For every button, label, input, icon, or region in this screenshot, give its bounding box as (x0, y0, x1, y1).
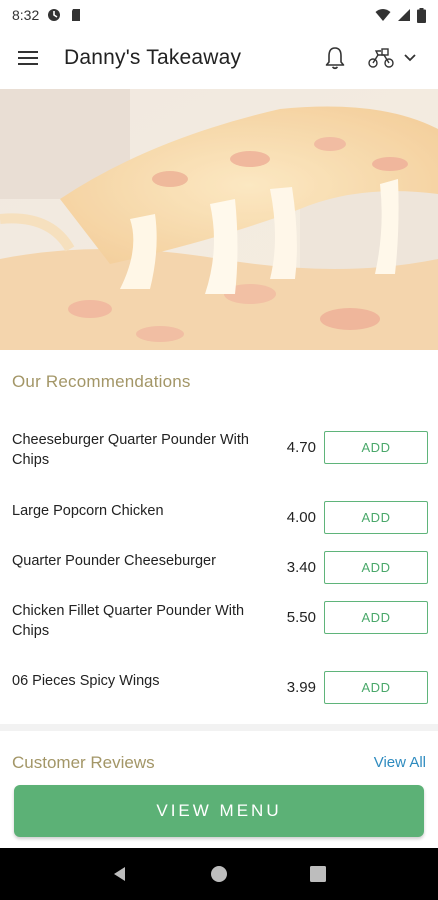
add-button[interactable]: ADD (324, 601, 428, 634)
item-price: 3.40 (286, 559, 316, 576)
add-button[interactable]: ADD (324, 431, 428, 464)
item-price: 3.99 (286, 679, 316, 696)
item-price: 4.00 (286, 509, 316, 526)
order-type-selector[interactable] (364, 43, 420, 73)
section-divider (0, 724, 438, 731)
hero-image (0, 89, 438, 350)
battery-icon (417, 7, 426, 23)
recents-icon (310, 866, 327, 882)
item-name: 06 Pieces Spicy Wings (12, 673, 160, 689)
menu-icon[interactable] (18, 46, 42, 70)
home-button[interactable] (207, 862, 231, 886)
recommendations-title: Our Recommendations (12, 372, 191, 391)
page-title: Danny's Takeaway (64, 46, 242, 69)
reviews-title: Customer Reviews (12, 753, 155, 772)
back-icon (113, 867, 125, 881)
delivery-scooter-icon (368, 48, 394, 68)
system-nav-bar (0, 848, 438, 900)
wifi-icon (375, 9, 391, 21)
item-name: Chicken Fillet Quarter Pounder With Chip… (12, 603, 245, 639)
add-button[interactable]: ADD (324, 551, 428, 584)
sd-card-icon (72, 9, 81, 21)
app-bar: Danny's Takeaway (0, 30, 438, 86)
back-button[interactable] (108, 862, 132, 886)
item-name: Cheeseburger Quarter Pounder With Chips (12, 432, 249, 468)
add-button[interactable]: ADD (324, 501, 428, 534)
chevron-down-icon (404, 54, 416, 62)
view-all-link[interactable]: View All (374, 754, 426, 771)
add-button[interactable]: ADD (324, 671, 428, 704)
home-icon (210, 866, 227, 882)
notifications-button[interactable] (320, 43, 350, 73)
status-bar: 8:32 (0, 0, 438, 30)
item-price: 5.50 (286, 609, 316, 626)
status-time: 8:32 (12, 7, 40, 23)
recents-button[interactable] (306, 862, 330, 886)
item-name: Large Popcorn Chicken (12, 503, 164, 519)
signal-icon (398, 9, 410, 21)
item-name: Quarter Pounder Cheeseburger (12, 553, 216, 569)
bell-icon (325, 47, 345, 70)
item-price: 4.70 (286, 439, 316, 456)
data-saver-icon (48, 9, 61, 21)
view-menu-button[interactable]: VIEW MENU (14, 785, 424, 837)
